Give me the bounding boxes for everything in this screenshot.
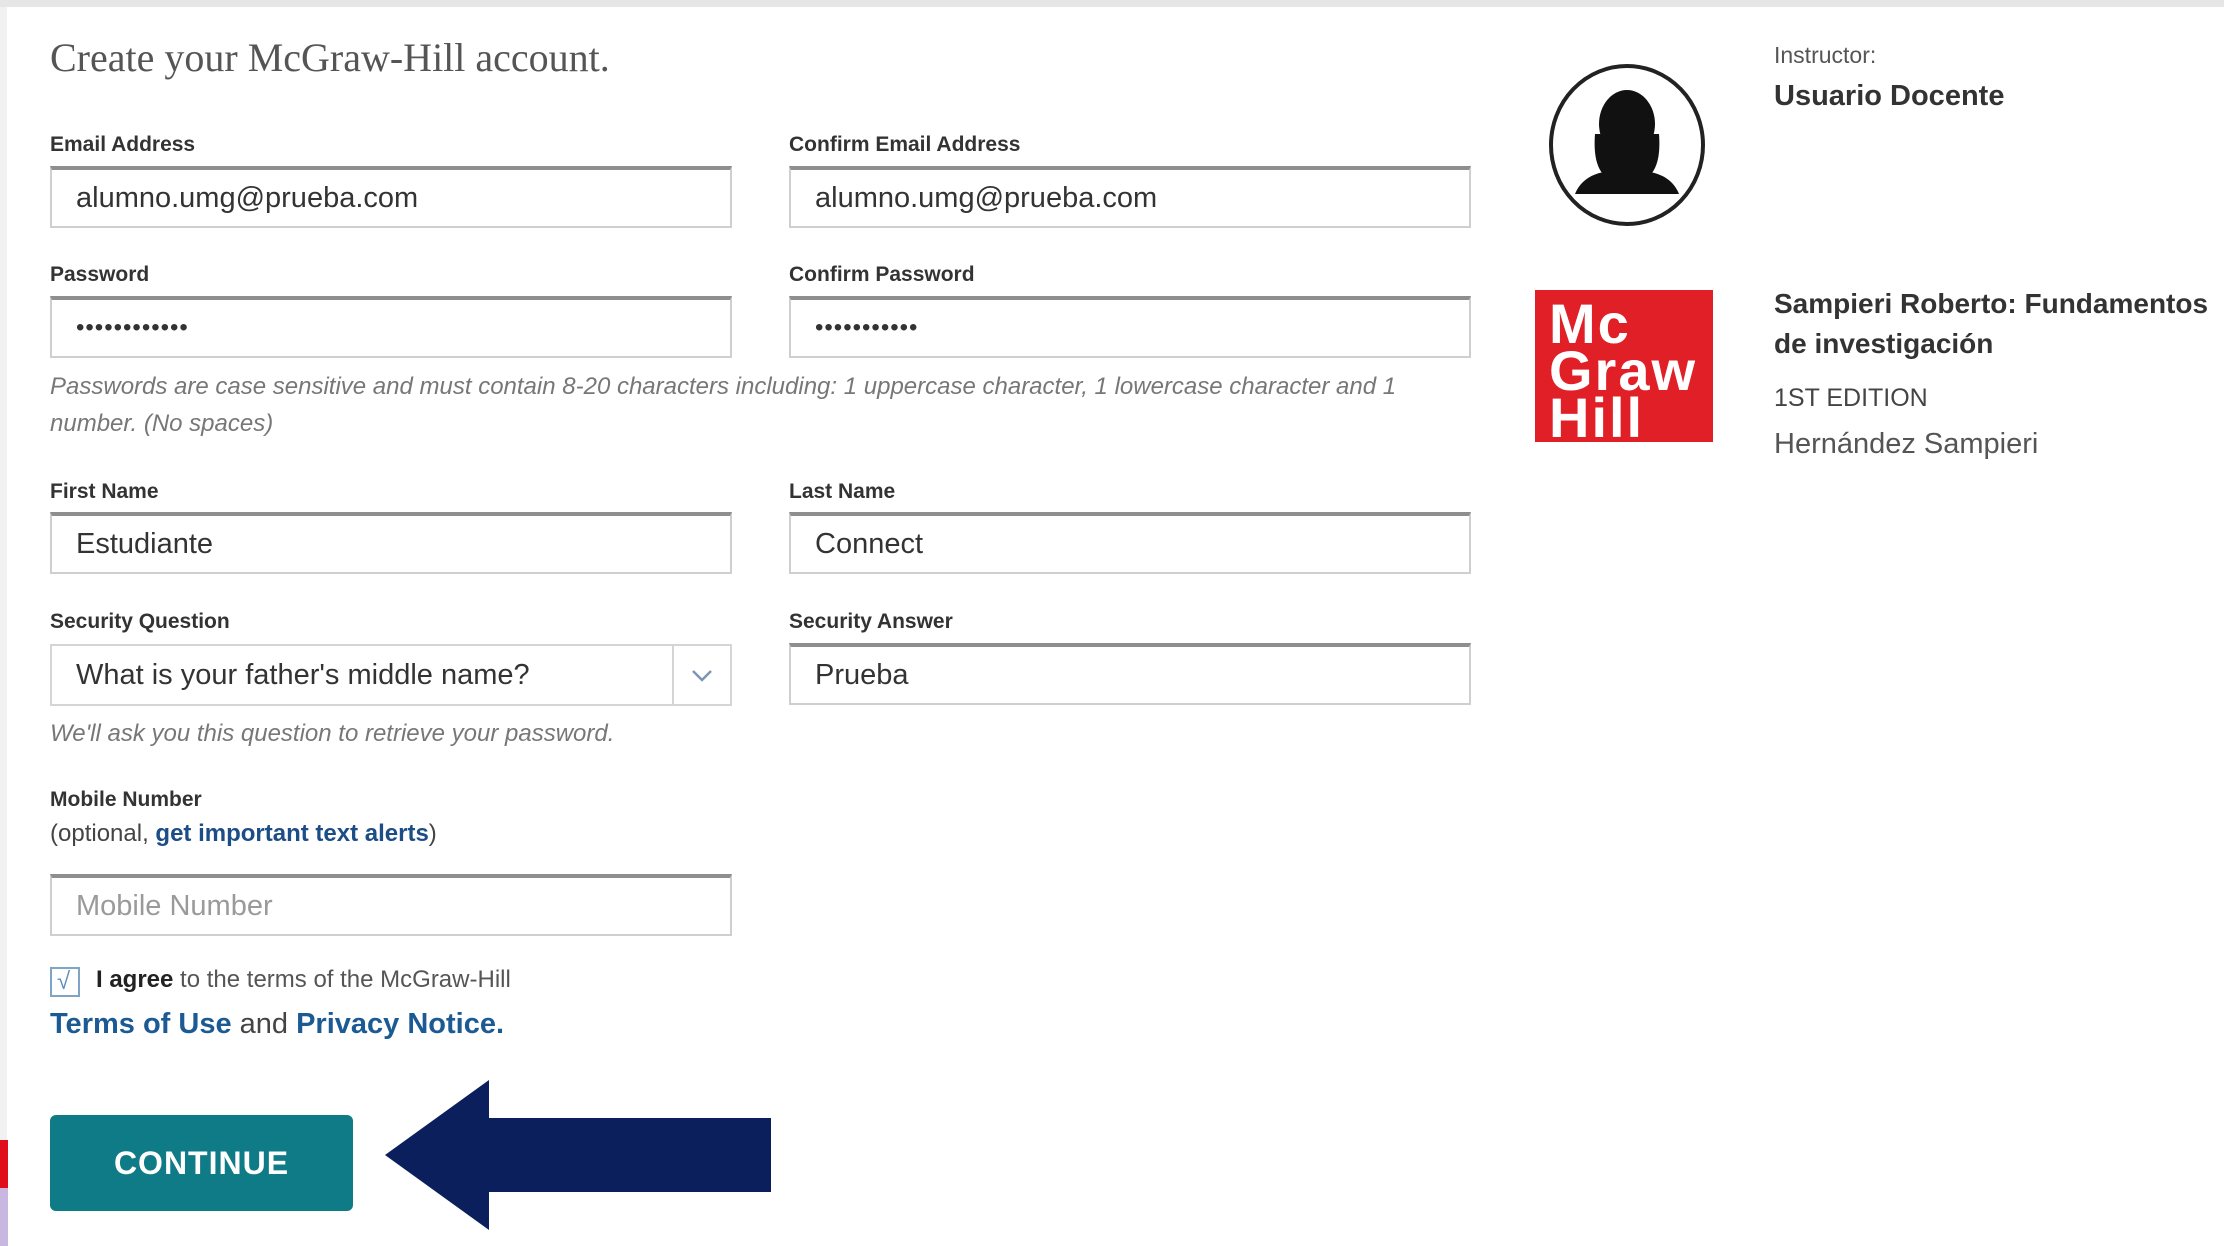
checkmark-icon: √ (57, 968, 71, 995)
terms-links: Terms of Use and Privacy Notice. (50, 1008, 504, 1041)
security-question-value: What is your father's middle name? (76, 659, 530, 691)
book-edition: 1ST EDITION (1774, 384, 1928, 412)
security-hint: We'll ask you this question to retrieve … (50, 720, 615, 747)
first-name-label: First Name (50, 480, 159, 503)
left-arrow-icon (385, 1080, 771, 1230)
confirm-password-field[interactable]: ••••••••••• (789, 296, 1471, 358)
agree-text: I agree to the terms of the McGraw-Hill (96, 966, 511, 994)
last-name-label: Last Name (789, 480, 896, 503)
mobile-number-input[interactable]: Mobile Number (50, 874, 732, 936)
agree-bold: I agree (96, 966, 174, 993)
edge-strip-red (0, 1140, 8, 1188)
mobile-optional-suffix: ) (428, 820, 437, 847)
book-title: Sampieri Roberto: Fundamentos de investi… (1774, 288, 2209, 359)
page-title: Create your McGraw-Hill account. (50, 35, 610, 80)
confirm-password-label: Confirm Password (789, 263, 975, 286)
instructor-label: Instructor: (1774, 42, 1877, 68)
email-field[interactable]: alumno.umg@prueba.com (50, 166, 732, 228)
security-question-select[interactable]: What is your father's middle name? (50, 644, 732, 706)
book-author: Hernández Sampieri (1774, 428, 2039, 460)
mcgraw-hill-logo: Mc Graw Hill (1535, 290, 1713, 446)
password-label: Password (50, 263, 150, 286)
and-text: and (231, 1008, 297, 1040)
security-question-label: Security Question (50, 610, 230, 633)
email-label: Email Address (50, 133, 196, 156)
mobile-optional-note: (optional, get important text alerts) (50, 820, 437, 848)
agree-rest: to the terms of the McGraw-Hill (173, 966, 511, 993)
edge-strip-lilac (0, 1188, 8, 1246)
terms-of-use-link[interactable]: Terms of Use (50, 1008, 232, 1040)
last-name-field[interactable]: Connect (789, 512, 1471, 574)
privacy-notice-link[interactable]: Privacy Notice. (296, 1008, 504, 1040)
instructor-name: Usuario Docente (1774, 80, 2005, 112)
security-answer-field[interactable]: Prueba (789, 643, 1471, 705)
confirm-email-field[interactable]: alumno.umg@prueba.com (789, 166, 1471, 228)
password-hint: Passwords are case sensitive and must co… (50, 373, 1397, 437)
confirm-email-label: Confirm Email Address (789, 133, 1021, 156)
mobile-label: Mobile Number (50, 788, 202, 811)
security-answer-label: Security Answer (789, 610, 953, 633)
select-divider (672, 646, 674, 704)
terms-checkbox[interactable]: √ (50, 967, 80, 997)
chevron-down-icon[interactable] (688, 661, 716, 689)
top-border (0, 0, 2224, 7)
password-field[interactable]: •••••••••••• (50, 296, 732, 358)
continue-button[interactable]: CONTINUE (50, 1115, 353, 1211)
mobile-optional-prefix: (optional, (50, 820, 156, 847)
first-name-field[interactable]: Estudiante (50, 512, 732, 574)
text-alerts-link[interactable]: get important text alerts (155, 820, 428, 847)
user-avatar-icon (1549, 64, 1705, 226)
left-border (0, 7, 7, 1246)
